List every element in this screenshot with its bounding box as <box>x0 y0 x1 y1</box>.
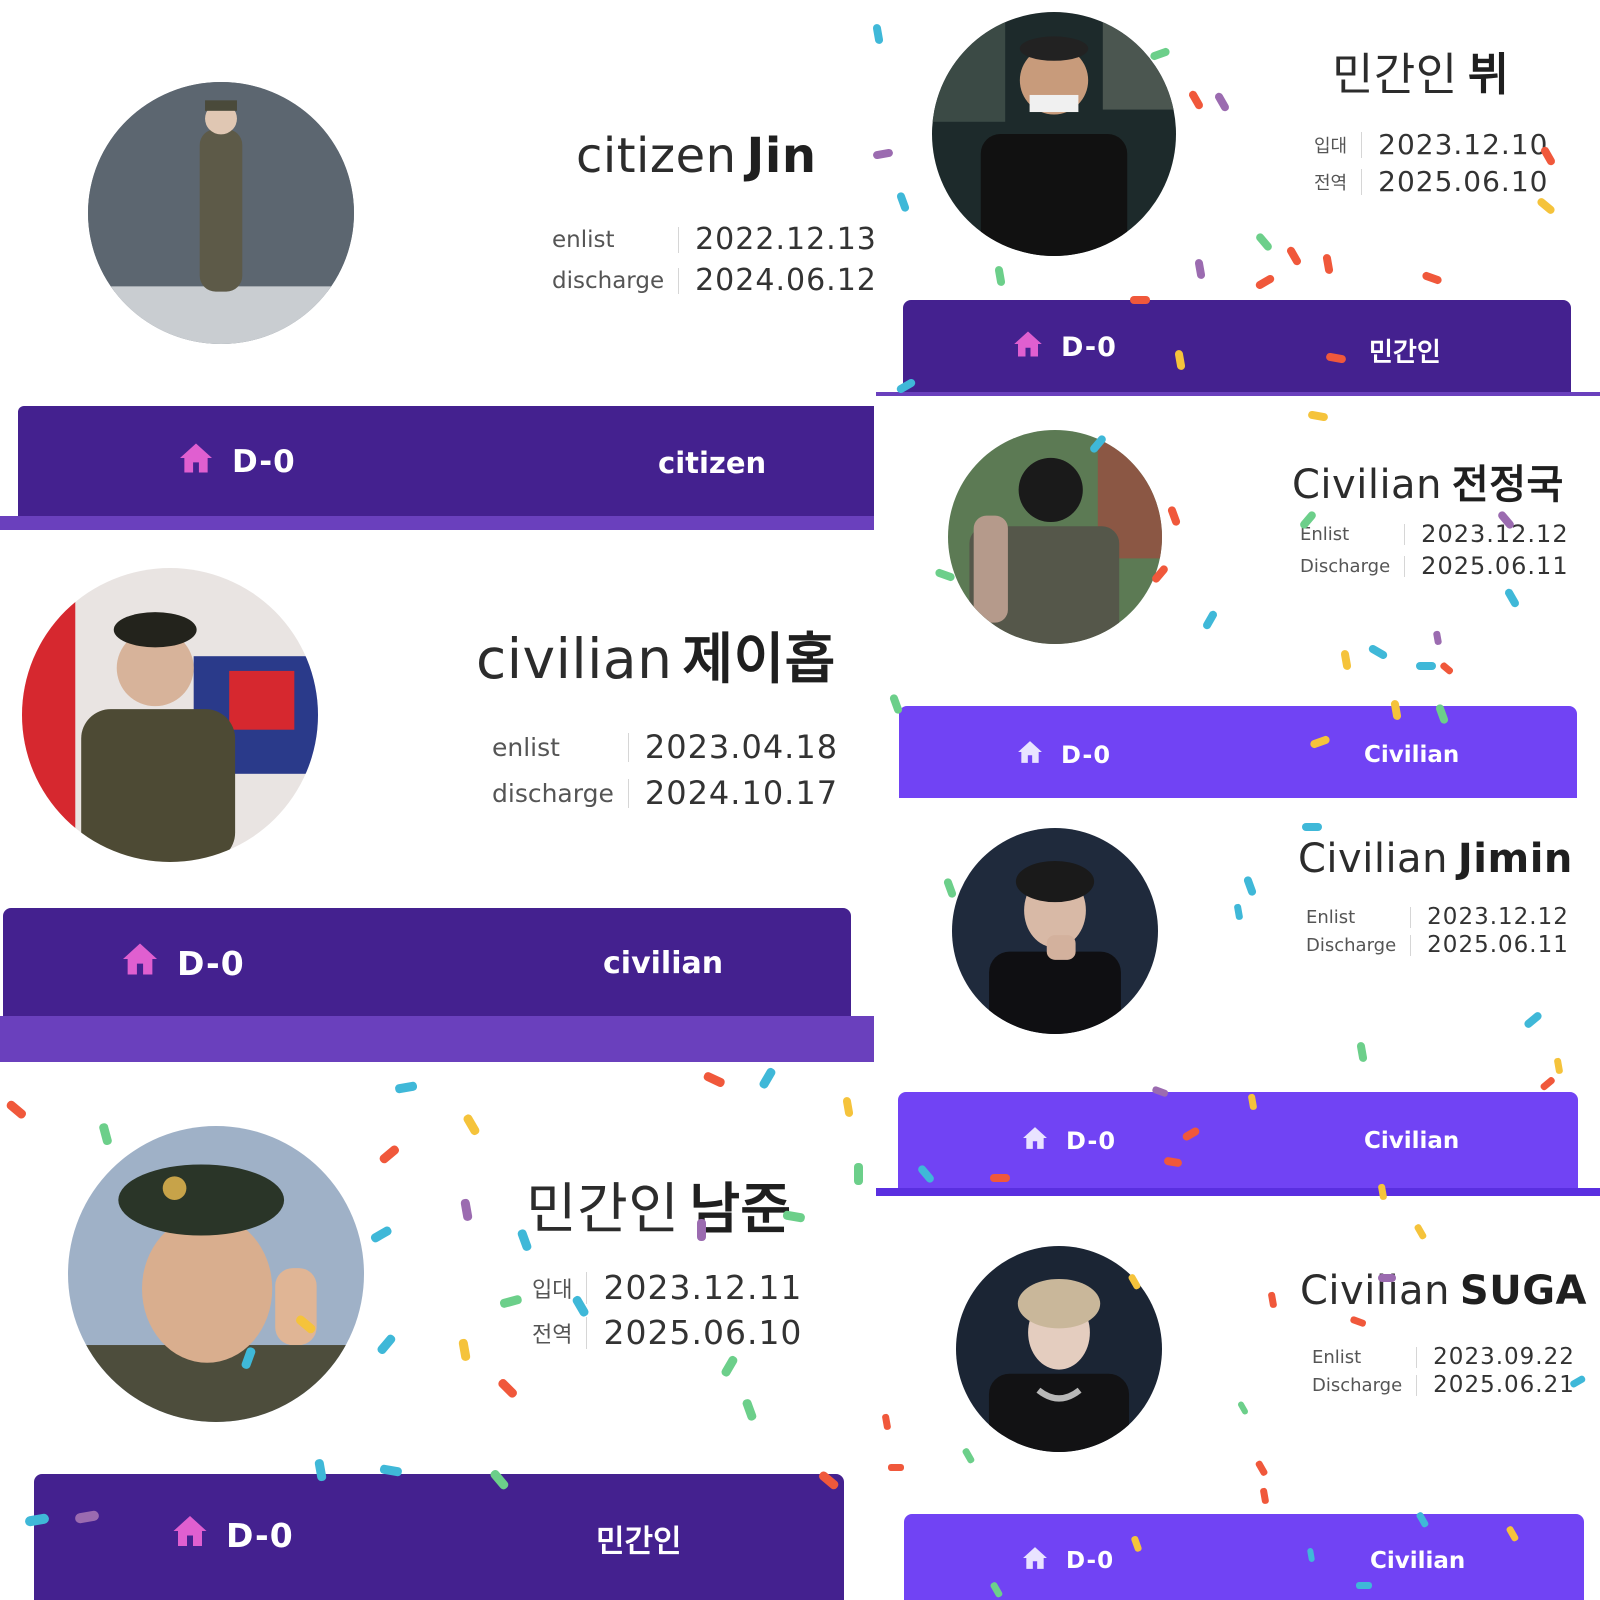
enlist-label: Enlist <box>1312 1346 1418 1368</box>
dday-bar: D-0 민간인 <box>34 1474 844 1600</box>
service-dates: Enlist 2023.12.12 Discharge 2025.06.11 <box>1300 520 1569 580</box>
dday-bar: D-0 Civilian <box>899 706 1577 798</box>
discharge-date: 2024.06.12 <box>695 263 876 298</box>
service-dates: 입대 2023.12.10 전역 2025.06.10 <box>1314 128 1548 198</box>
service-dates: enlist 2022.12.13 discharge 2024.06.12 <box>552 222 876 298</box>
card-title: Civilian SUGA <box>1300 1268 1587 1314</box>
bar-underline <box>876 392 1600 396</box>
bar-underline <box>0 1016 876 1062</box>
enlist-label: enlist <box>552 226 680 253</box>
enlist-label: 입대 <box>532 1271 588 1304</box>
status-label: citizen <box>658 446 767 480</box>
dday-bar: D-0 civilian <box>3 908 851 1016</box>
card-title: 민간인 뷔 <box>1332 48 1510 101</box>
section-divider <box>876 1188 1600 1196</box>
column-separator <box>874 0 876 1600</box>
avatar-suga <box>956 1246 1162 1452</box>
card-title: Civilian Jimin <box>1298 836 1573 882</box>
house-icon <box>1022 1126 1048 1156</box>
house-icon <box>1013 330 1043 365</box>
discharge-label: 전역 <box>532 1316 588 1349</box>
dday-counter: D-0 <box>121 942 245 984</box>
avatar-jin <box>88 82 354 344</box>
profile-card-v: 민간인 뷔 입대 2023.12.10 전역 2025.06.10 D-0 민간인 <box>876 0 1600 396</box>
discharge-date: 2025.06.11 <box>1427 932 1569 958</box>
enlist-label: enlist <box>492 732 629 762</box>
enlist-date: 2023.12.11 <box>603 1268 803 1307</box>
discharge-label: discharge <box>492 778 629 808</box>
discharge-date: 2024.10.17 <box>644 774 839 812</box>
profile-card-jhope: civilian 제이홉 enlist 2023.04.18 discharge … <box>0 540 876 1062</box>
dday-counter: D-0 <box>1013 330 1117 365</box>
status-label: Civilian <box>1370 1548 1466 1574</box>
profile-card-jimin: Civilian Jimin Enlist 2023.12.12 Discharg… <box>876 808 1600 1188</box>
avatar-jungkook <box>948 430 1162 644</box>
enlist-date: 2023.09.22 <box>1433 1344 1575 1370</box>
enlist-label: Enlist <box>1306 906 1412 928</box>
dday-bar: D-0 Civilian <box>904 1514 1584 1600</box>
service-dates: Enlist 2023.12.12 Discharge 2025.06.11 <box>1306 904 1569 958</box>
card-title: 민간인 남준 <box>526 1177 792 1241</box>
service-dates: enlist 2023.04.18 discharge 2024.10.17 <box>492 728 838 812</box>
enlist-label: Enlist <box>1300 523 1406 545</box>
discharge-label: 전역 <box>1314 168 1363 195</box>
discharge-label: Discharge <box>1300 555 1406 577</box>
profile-card-jin: citizen Jin enlist 2022.12.13 discharge 2… <box>0 0 876 530</box>
dday-bar: D-0 citizen <box>18 406 876 516</box>
status-label: 민간인 <box>1369 338 1441 368</box>
service-dates: Enlist 2023.09.22 Discharge 2025.06.21 <box>1312 1344 1575 1398</box>
enlist-date: 2023.04.18 <box>644 728 839 766</box>
profile-card-suga: Civilian SUGA Enlist 2023.09.22 Discharge… <box>876 1196 1600 1600</box>
avatar-jimin <box>952 828 1158 1034</box>
service-dates: 입대 2023.12.11 전역 2025.06.10 <box>532 1268 802 1352</box>
house-icon <box>172 1514 208 1556</box>
card-title: citizen Jin <box>576 128 817 184</box>
dday-counter: D-0 <box>1017 740 1111 770</box>
profile-card-jungkook: Civilian 전정국 Enlist 2023.12.12 Discharge … <box>876 400 1600 798</box>
dday-bar: D-0 Civilian <box>898 1092 1578 1188</box>
dday-counter: D-0 <box>178 442 296 482</box>
discharge-label: discharge <box>552 267 680 294</box>
status-label: civilian <box>603 946 724 981</box>
status-label: Civilian <box>1364 1128 1460 1154</box>
bar-underline <box>0 516 876 530</box>
enlist-label: 입대 <box>1314 131 1363 158</box>
dday-counter: D-0 <box>1022 1546 1114 1576</box>
avatar-rm <box>68 1126 364 1422</box>
enlist-date: 2023.12.12 <box>1421 520 1569 548</box>
house-icon <box>178 442 214 482</box>
profile-card-rm: 민간인 남준 입대 2023.12.11 전역 2025.06.10 D-0 민간… <box>0 1066 876 1600</box>
enlist-date: 2023.12.12 <box>1427 904 1569 930</box>
avatar-v <box>932 12 1176 256</box>
discharge-date: 2025.06.10 <box>1378 165 1549 198</box>
house-icon <box>121 942 159 984</box>
card-title: civilian 제이홉 <box>476 627 836 691</box>
discharge-label: Discharge <box>1312 1374 1418 1396</box>
enlist-date: 2022.12.13 <box>695 222 876 257</box>
dday-counter: D-0 <box>172 1514 294 1556</box>
avatar-jhope <box>22 568 318 862</box>
house-icon <box>1022 1546 1048 1576</box>
enlist-date: 2023.12.10 <box>1378 128 1549 161</box>
discharge-date: 2025.06.10 <box>603 1313 803 1352</box>
discharge-date: 2025.06.11 <box>1421 552 1569 580</box>
discharge-date: 2025.06.21 <box>1433 1372 1575 1398</box>
card-title: Civilian 전정국 <box>1292 462 1564 508</box>
dday-bar: D-0 민간인 <box>903 300 1571 392</box>
dday-counter: D-0 <box>1022 1126 1116 1156</box>
discharge-label: Discharge <box>1306 934 1412 956</box>
status-label: Civilian <box>1364 742 1460 768</box>
status-label: 민간인 <box>596 1524 682 1560</box>
house-icon <box>1017 740 1043 770</box>
